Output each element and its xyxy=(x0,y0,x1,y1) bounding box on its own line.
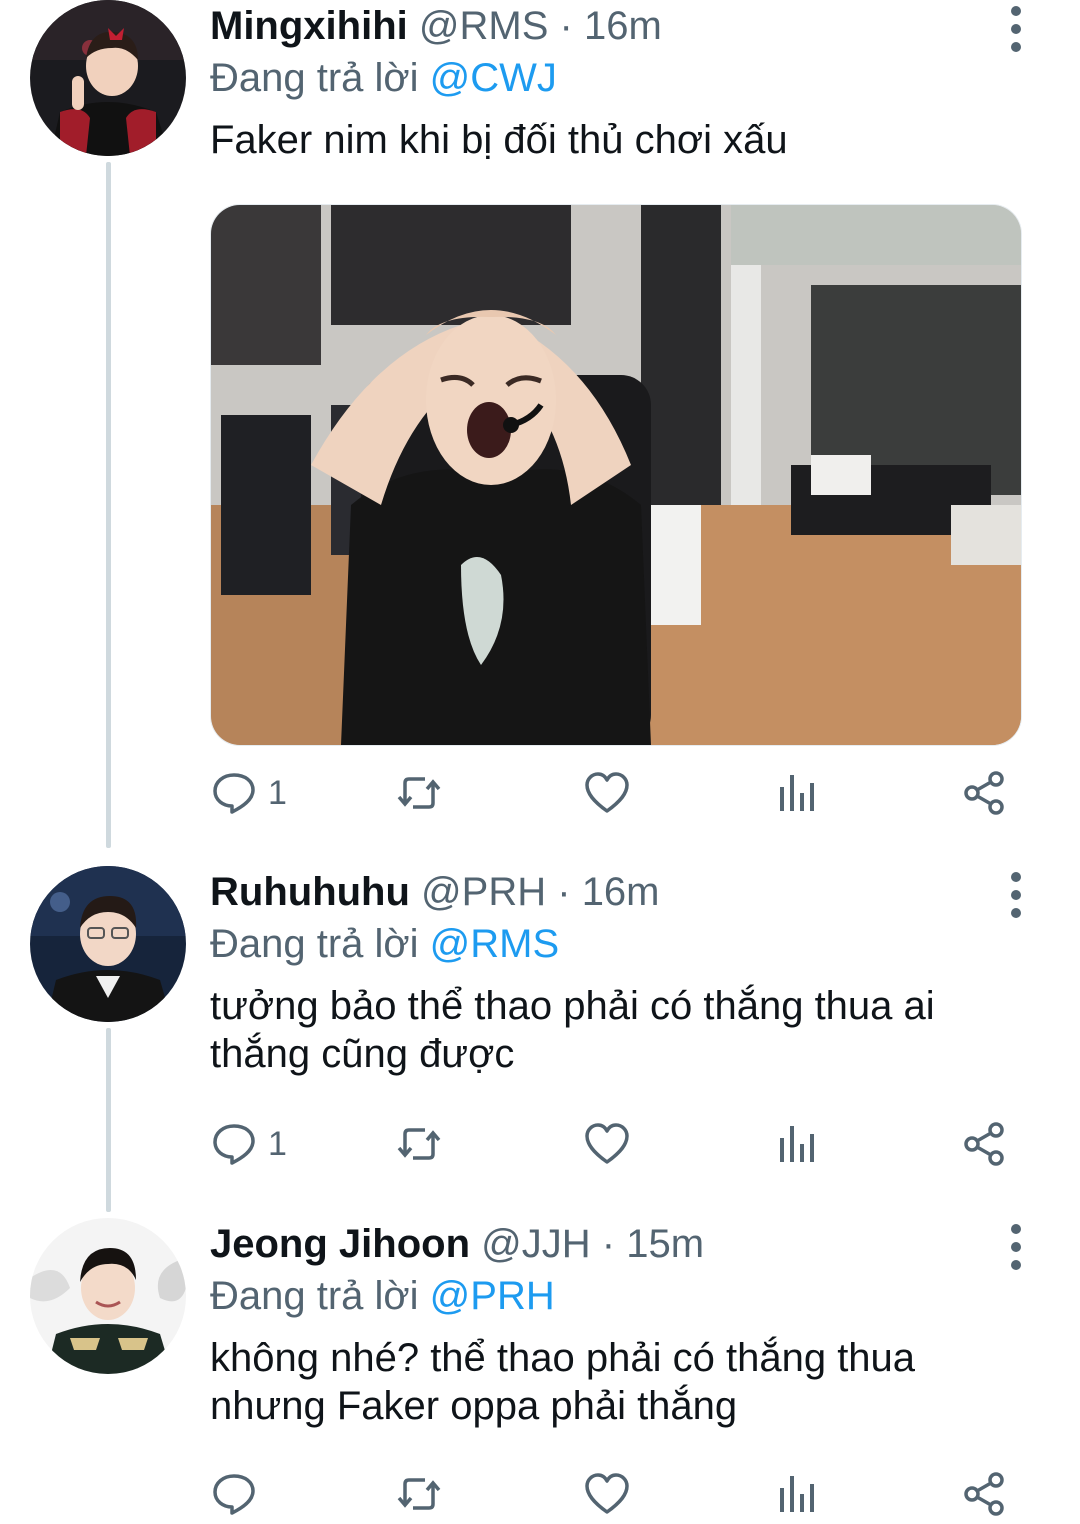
share-icon xyxy=(964,1472,1004,1516)
user-handle[interactable]: @RMS xyxy=(419,4,549,48)
share-button[interactable] xyxy=(960,1464,1008,1524)
heart-icon xyxy=(585,772,629,813)
share-icon xyxy=(964,771,1004,815)
reply-icon xyxy=(213,1474,255,1515)
reply-prefix: Đang trả lời xyxy=(210,56,419,100)
more-options-button[interactable] xyxy=(1001,1224,1031,1270)
timestamp[interactable]: 16m xyxy=(584,4,662,48)
reply-context: Đang trả lời @CWJ xyxy=(210,52,1030,104)
more-options-button[interactable] xyxy=(1001,872,1031,918)
display-name[interactable]: Mingxihihi xyxy=(210,4,408,48)
share-button[interactable] xyxy=(960,763,1008,823)
separator-dot: · xyxy=(559,4,573,48)
timestamp[interactable]: 16m xyxy=(582,870,660,914)
separator-dot: · xyxy=(557,870,571,914)
tweet-actions: 1 xyxy=(210,763,1020,823)
retweet-icon xyxy=(397,1478,441,1510)
reply-prefix: Đang trả lời xyxy=(210,1274,419,1318)
share-icon xyxy=(964,1122,1004,1166)
tweet-image[interactable] xyxy=(210,204,1022,746)
like-button[interactable] xyxy=(583,1114,631,1174)
retweet-icon xyxy=(397,1128,441,1160)
separator-dot: · xyxy=(601,1222,616,1266)
reply-icon xyxy=(213,773,255,814)
reply-count: 1 xyxy=(268,1124,287,1163)
reply-button[interactable]: 1 xyxy=(210,763,287,823)
retweet-button[interactable] xyxy=(395,763,443,823)
tweet-text: Faker nim khi bị đối thủ chơi xấu xyxy=(210,118,788,162)
avatar[interactable] xyxy=(30,1218,186,1374)
analytics-icon xyxy=(780,1126,814,1162)
thread-line xyxy=(106,162,111,848)
retweet-button[interactable] xyxy=(395,1114,443,1174)
avatar[interactable] xyxy=(30,866,186,1022)
tweet-actions: 1 xyxy=(210,1114,1020,1174)
reply-prefix: Đang trả lời xyxy=(210,922,419,966)
mention-link[interactable]: @CWJ xyxy=(430,56,557,100)
user-handle[interactable]: @PRH xyxy=(421,870,546,914)
views-button[interactable] xyxy=(772,763,820,823)
display-name[interactable]: Jeong Jihoon xyxy=(210,1222,470,1266)
reply-context: Đang trả lời @PRH xyxy=(210,1270,1030,1322)
like-button[interactable] xyxy=(583,763,631,823)
reply-context: Đang trả lời @RMS xyxy=(210,918,1030,970)
reply-button[interactable]: 1 xyxy=(210,1114,287,1174)
more-vertical-icon xyxy=(1011,6,1021,16)
more-vertical-icon xyxy=(1011,1224,1021,1234)
heart-icon xyxy=(585,1123,629,1164)
tweet-text: tưởng bảo thể thao phải có thắng thua ai… xyxy=(210,984,935,1076)
reply-button[interactable] xyxy=(210,1464,268,1524)
user-handle[interactable]: @JJH xyxy=(481,1222,591,1266)
more-vertical-icon xyxy=(1011,872,1021,882)
mention-link[interactable]: @RMS xyxy=(430,922,560,966)
analytics-icon xyxy=(780,1476,814,1512)
retweet-icon xyxy=(397,777,441,809)
share-button[interactable] xyxy=(960,1114,1008,1174)
views-button[interactable] xyxy=(772,1464,820,1524)
thread-line xyxy=(106,1028,111,1212)
avatar[interactable] xyxy=(30,0,186,156)
views-button[interactable] xyxy=(772,1114,820,1174)
like-button[interactable] xyxy=(583,1464,631,1524)
analytics-icon xyxy=(780,775,814,811)
reply-icon xyxy=(213,1124,255,1165)
display-name[interactable]: Ruhuhuhu xyxy=(210,870,410,914)
retweet-button[interactable] xyxy=(395,1464,443,1524)
mention-link[interactable]: @PRH xyxy=(430,1274,555,1318)
tweet-text: không nhé? thể thao phải có thắng thua n… xyxy=(210,1336,916,1428)
reply-count: 1 xyxy=(268,773,287,812)
more-options-button[interactable] xyxy=(1001,6,1031,52)
tweet-actions xyxy=(210,1464,1020,1524)
timestamp[interactable]: 15m xyxy=(626,1222,704,1266)
heart-icon xyxy=(585,1473,629,1514)
